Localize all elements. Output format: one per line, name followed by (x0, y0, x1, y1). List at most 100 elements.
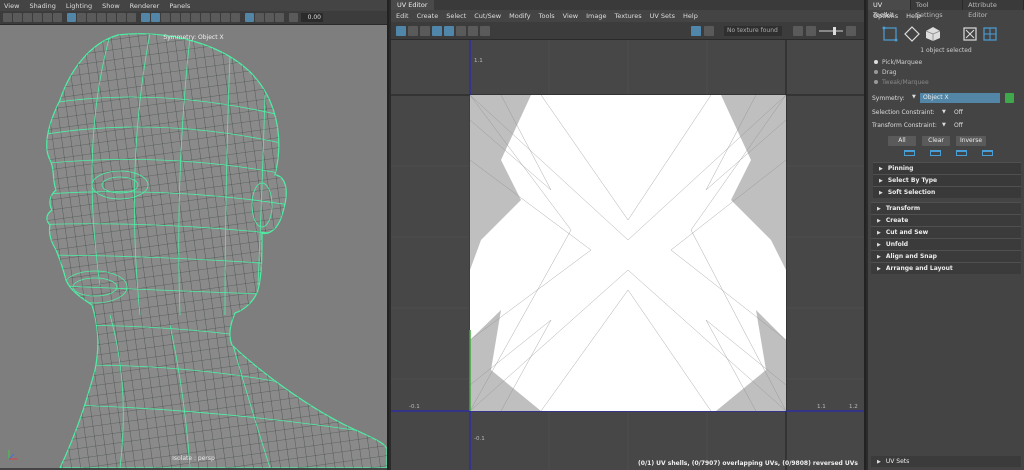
section-pinning[interactable]: ▶ Pinning (873, 162, 1021, 174)
radio-off-icon (874, 80, 878, 84)
select-all-button[interactable]: All (888, 136, 916, 146)
motion-blur-icon[interactable] (211, 13, 220, 22)
backface-culling-icon[interactable] (275, 13, 284, 22)
invert-selection-button[interactable]: Inverse (956, 136, 986, 146)
uv-menu-edit[interactable]: Edit (396, 12, 409, 20)
camera-attributes-icon[interactable] (13, 13, 22, 22)
section-uv-sets[interactable]: ▶ UV Sets (871, 456, 1021, 467)
uv-menu-cut-sew[interactable]: Cut/Sew (474, 12, 501, 20)
safe-action-icon[interactable] (117, 13, 126, 22)
uv-canvas[interactable]: 1.1 -0.1 -0.1 1.1 1.2 (0/1) UV shells, (… (391, 40, 864, 470)
xray-icon[interactable] (255, 13, 264, 22)
uv-shaded-icon[interactable] (408, 25, 418, 36)
select-camera-icon[interactable] (3, 13, 12, 22)
wireframe-on-shaded-icon[interactable] (161, 13, 170, 22)
vertex-mode-icon[interactable] (882, 26, 898, 42)
clear-selection-button[interactable]: Clear (922, 136, 950, 146)
uv-menu-modify[interactable]: Modify (509, 12, 531, 20)
select-shell-icon[interactable] (982, 150, 993, 156)
wireframe-icon[interactable] (141, 13, 150, 22)
exposure-icon[interactable] (793, 26, 803, 36)
exposure-icon[interactable] (289, 13, 298, 22)
selection-constraint-dropdown[interactable]: Off (954, 109, 963, 116)
field-chart-icon[interactable] (107, 13, 116, 22)
section-label: Soft Selection (887, 189, 936, 196)
bookmark-icon[interactable] (23, 13, 32, 22)
uv-menu-view[interactable]: View (563, 12, 578, 20)
viewport-menu-show[interactable]: Show (102, 2, 120, 10)
uv-toolkit-menu-help[interactable]: Help (906, 12, 921, 20)
section-transform[interactable]: ▶ Transform (871, 202, 1021, 214)
uv-editor-tab[interactable]: UV Editor (391, 0, 434, 10)
film-gate-icon[interactable] (77, 13, 86, 22)
uv-checker-icon[interactable] (444, 25, 454, 36)
dim-image-icon[interactable] (704, 26, 714, 36)
shrink-selection-icon[interactable] (930, 150, 941, 156)
grid-icon[interactable] (67, 13, 76, 22)
texture-dropdown[interactable]: No texture found (724, 26, 782, 36)
display-image-icon[interactable] (691, 26, 701, 36)
edge-mode-icon[interactable] (904, 26, 920, 42)
section-create[interactable]: ▶ Create (871, 214, 1021, 226)
viewport-menu-panels[interactable]: Panels (169, 2, 190, 10)
section-arrange-and-layout[interactable]: ▶ Arrange and Layout (871, 262, 1021, 274)
transform-constraint-dropdown[interactable]: Off (954, 122, 963, 129)
uv-shell-mode-icon[interactable] (982, 26, 998, 42)
gamma-icon[interactable] (806, 26, 816, 36)
section-cut-and-sew[interactable]: ▶ Cut and Sew (871, 226, 1021, 238)
uv-isolate-icon[interactable] (468, 25, 478, 36)
viewport-menu-shading[interactable]: Shading (29, 2, 55, 10)
safe-title-icon[interactable] (127, 13, 136, 22)
mode-drag[interactable]: Drag (868, 67, 1024, 77)
isolate-select-icon[interactable] (245, 13, 254, 22)
uv-mode-icon[interactable] (962, 26, 978, 42)
section-align-and-snap[interactable]: ▶ Align and Snap (871, 250, 1021, 262)
viewport-menu-lighting[interactable]: Lighting (66, 2, 92, 10)
grease-pencil-icon[interactable] (53, 13, 62, 22)
exposure-field[interactable]: 0.00 (301, 13, 323, 22)
select-shell-border-icon[interactable] (956, 150, 967, 156)
2d-pan-icon[interactable] (43, 13, 52, 22)
mode-tweak-marquee[interactable]: Tweak/Marquee (868, 77, 1024, 87)
lights-icon[interactable] (181, 13, 190, 22)
uv-texture-borders-icon[interactable] (420, 25, 430, 36)
uv-pixel-snap-icon[interactable] (456, 25, 466, 36)
ambient-occlusion-icon[interactable] (201, 13, 210, 22)
viewport-menu-view[interactable]: View (4, 2, 19, 10)
symmetry-settings-icon[interactable] (1005, 93, 1014, 103)
uv-toolkit-menu-options[interactable]: Options (873, 12, 898, 20)
view-transform-icon[interactable] (846, 26, 856, 36)
uv-menu-create[interactable]: Create (417, 12, 439, 20)
uv-grid-icon[interactable] (396, 25, 406, 36)
image-plane-icon[interactable] (33, 13, 42, 22)
uv-menu-image[interactable]: Image (586, 12, 606, 20)
section-select-by-type[interactable]: ▶ Select By Type (873, 174, 1021, 186)
tab-tool-settings[interactable]: Tool Settings (911, 0, 964, 19)
uv-menu-select[interactable]: Select (446, 12, 466, 20)
uv-distortion-icon[interactable] (432, 25, 442, 36)
depth-of-field-icon[interactable] (231, 13, 240, 22)
symmetry-dropdown[interactable]: Object X (920, 93, 1000, 103)
tab-attribute-editor[interactable]: Attribute Editor (963, 0, 1024, 19)
uv-menu-tools[interactable]: Tools (539, 12, 555, 20)
mode-pick-marquee[interactable]: Pick/Marquee (868, 57, 1024, 67)
uv-menu-help[interactable]: Help (683, 12, 698, 20)
viewport-menu-renderer[interactable]: Renderer (130, 2, 160, 10)
anti-aliasing-icon[interactable] (221, 13, 230, 22)
xray-joints-icon[interactable] (265, 13, 274, 22)
exposure-slider[interactable] (819, 27, 843, 35)
uv-menu-uv-sets[interactable]: UV Sets (650, 12, 675, 20)
uv-menu-textures[interactable]: Textures (614, 12, 641, 20)
shadows-icon[interactable] (191, 13, 200, 22)
resolution-gate-icon[interactable] (87, 13, 96, 22)
section-soft-selection[interactable]: ▶ Soft Selection (873, 186, 1021, 198)
smooth-shade-icon[interactable] (151, 13, 160, 22)
tab-uv-toolkit[interactable]: UV Toolkit (868, 0, 911, 19)
face-mode-icon[interactable] (925, 26, 941, 42)
grow-selection-icon[interactable] (904, 150, 915, 156)
section-unfold[interactable]: ▶ Unfold (871, 238, 1021, 250)
gate-mask-icon[interactable] (97, 13, 106, 22)
uv-snapshot-icon[interactable] (480, 25, 490, 36)
textured-icon[interactable] (171, 13, 180, 22)
perspective-view[interactable]: Symmetry: Object X Isolate : persp (0, 25, 387, 468)
